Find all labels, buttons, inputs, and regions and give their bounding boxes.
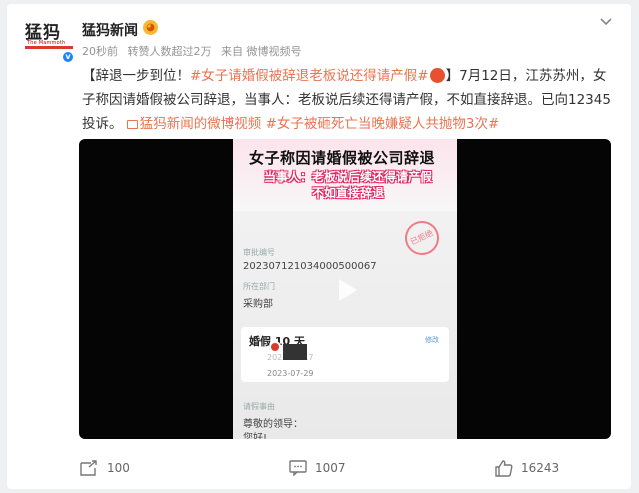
post-meta: 20秒前 转赞人数超过2万 来自 微博视频号 [82,43,308,59]
reason-label: 请假事由 [243,402,275,411]
like-button[interactable]: 16243 [495,458,559,478]
hashtag-link-2[interactable]: #女子被砸死亡当晚嫌疑人共抛物3次# [266,116,500,132]
post-text-part1: 【辞退一步到位！ [82,68,190,84]
chevron-down-icon[interactable] [599,14,613,28]
repost-icon [80,460,97,476]
leave-end: 2023-07-29 [267,369,314,378]
leave-card: 婚假 10 天 修改 2023-07-17 2023-07-29 [241,327,449,382]
avatar-logo-bar [25,46,73,49]
play-icon[interactable] [330,274,362,306]
angry-emoji-icon [429,68,445,83]
repost-count: 100 [107,461,130,475]
leave-edit: 修改 [425,336,439,344]
approval-label: 审批编号 [243,248,275,257]
post-time[interactable]: 20秒前 [82,45,118,58]
video-player[interactable]: 女子称因请婚假被公司辞退 当事人：老板说后续还得请产假 不如直接辞退 审批编号 … [79,139,611,439]
video-subtitle: 当事人：老板说后续还得请产假 不如直接辞退 [253,169,443,201]
video-link-label: 猛犸新闻的微博视频 [139,116,262,132]
avatar[interactable]: 猛犸 The Mammoth v [23,18,75,64]
dept-value: 采购部 [243,299,273,310]
reason-line2: 您好! [243,433,268,439]
post-source[interactable]: 来自 微博视频号 [221,45,302,58]
approval-number: 202307121034000500067 [243,261,377,272]
comment-button[interactable]: 1007 [289,458,346,478]
verified-icon: v [61,50,75,64]
video-subtitle-line2: 不如直接辞退 [311,186,384,200]
author-name[interactable]: 猛犸新闻 [82,20,138,40]
video-title: 女子称因请婚假被公司辞退 [249,149,436,167]
thumbs-up-icon [495,460,513,477]
video-link[interactable]: 猛犸新闻的微博视频 [126,116,262,132]
member-badge-icon[interactable]: ◕ [143,20,158,35]
post-popularity: 转赞人数超过2万 [127,45,212,58]
post-text: 【辞退一步到位！#女子请婚假被辞退老板说还得请产假# 】7月12日，江苏苏州，女子… [82,64,612,136]
hashtag-link-1[interactable]: #女子请婚假被辞退老板说还得请产假# [190,68,429,84]
repost-button[interactable]: 100 [79,458,130,478]
video-icon [126,120,138,129]
dept-label: 所在部门 [243,282,275,291]
comment-icon [289,460,307,476]
like-count: 16243 [521,461,560,475]
comment-count: 1007 [315,461,346,475]
reason-line1: 尊敬的领导： [243,419,303,430]
action-bar: 100 1007 16243 [7,454,631,482]
watermark-tag [283,344,307,360]
weibo-post-card: 猛犸 The Mammoth v 猛犸新闻 ◕ 20秒前 转赞人数超过2万 来自… [7,4,631,489]
location-pin-icon [269,341,281,353]
video-subtitle-line1: 当事人：老板说后续还得请产假 [263,170,432,184]
rejected-stamp: 已拒绝 [399,215,445,261]
